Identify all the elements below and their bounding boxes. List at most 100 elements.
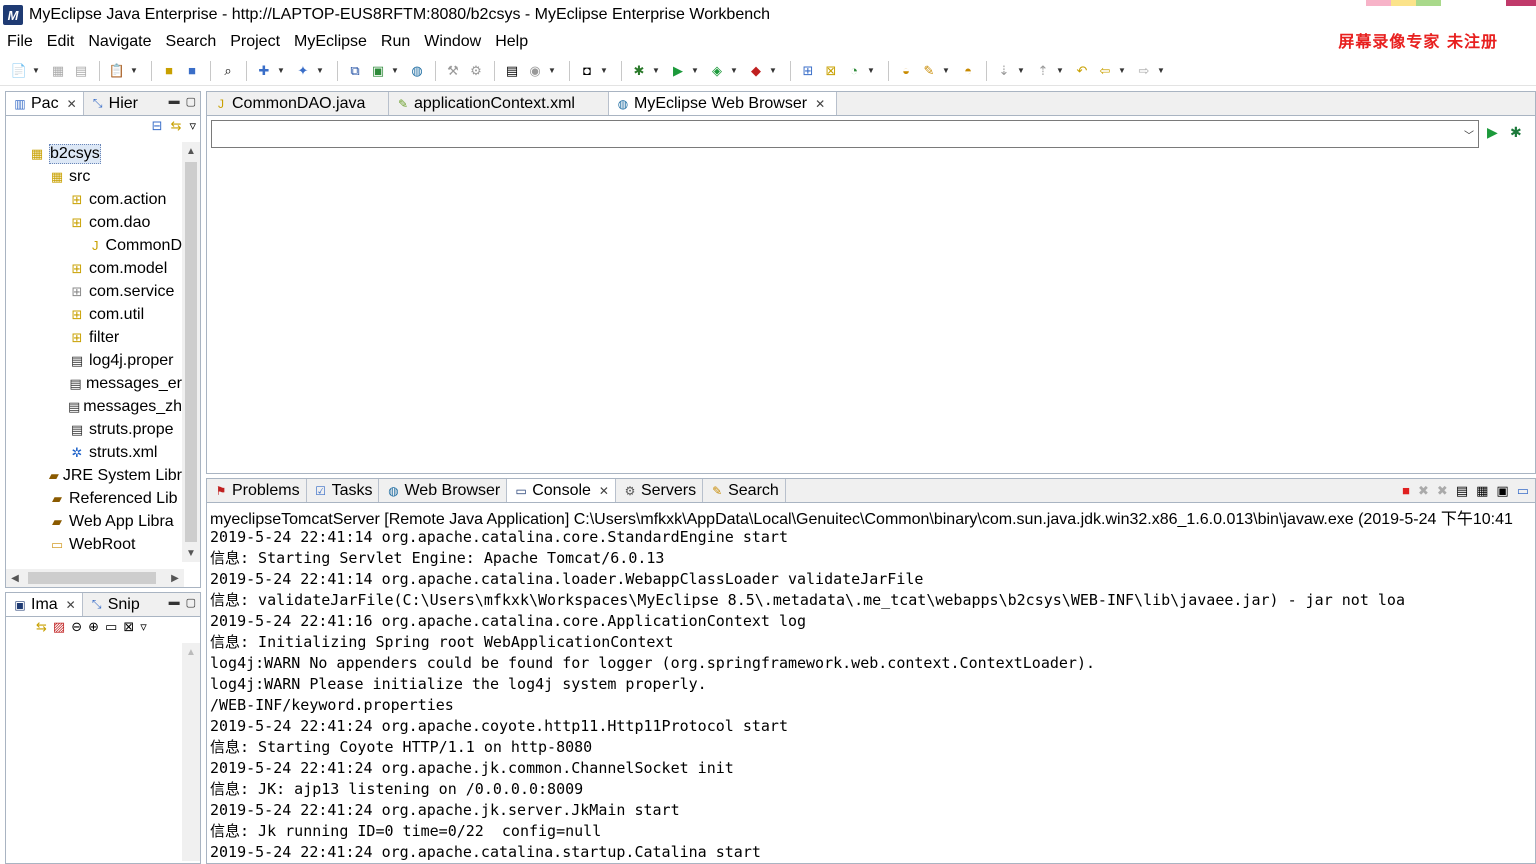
vertical-scrollbar[interactable]: ▲ <box>182 643 200 861</box>
tab-tasks[interactable]: ☑ Tasks <box>307 479 380 502</box>
new-wizard-icon[interactable]: 📋 <box>106 60 128 82</box>
menu-navigate[interactable]: Navigate <box>81 30 158 54</box>
scroll-up-icon[interactable]: ▲ <box>182 142 200 160</box>
tree-item[interactable]: ⊞ com.util <box>6 303 182 326</box>
tree-item[interactable]: ▦ b2csys <box>6 142 182 165</box>
forward-icon[interactable]: ⇨ <box>1133 60 1155 82</box>
new-package-icon[interactable]: ⊠ <box>820 60 842 82</box>
server-icon[interactable]: ▣ <box>367 60 389 82</box>
tree-item[interactable]: ▰ Web App Libra <box>6 510 182 533</box>
vertical-scrollbar[interactable]: ▲ ▼ <box>182 142 200 562</box>
tree-item[interactable]: ▰ JRE System Libr <box>6 464 182 487</box>
chevron-down-icon[interactable]: ▼ <box>276 66 286 75</box>
go-icon[interactable]: ▶ <box>1487 124 1498 141</box>
menu-search[interactable]: Search <box>159 30 224 54</box>
maximize-icon[interactable]: ▢ <box>186 95 196 108</box>
tree-item[interactable]: ▭ WebRoot <box>6 533 182 556</box>
tree-item[interactable]: J CommonD <box>6 234 182 257</box>
chevron-down-icon[interactable]: ▼ <box>129 66 139 75</box>
link-editor-icon[interactable]: ⇆ <box>171 118 182 134</box>
external-tools-icon[interactable]: ◆ <box>745 60 767 82</box>
scroll-left-icon[interactable]: ◀ <box>6 569 24 587</box>
tree-item[interactable]: ⊞ com.dao <box>6 211 182 234</box>
folder-icon[interactable]: ◓ <box>957 60 979 82</box>
tab-package-explorer[interactable]: ▥ Pac ✕ <box>6 92 84 115</box>
scroll-thumb[interactable] <box>28 572 156 584</box>
new-icon[interactable]: 📄 <box>8 60 30 82</box>
chevron-down-icon[interactable]: ▼ <box>1117 66 1127 75</box>
print-icon[interactable]: ▤ <box>70 60 92 82</box>
chevron-down-icon[interactable]: ﹀ <box>1464 127 1474 142</box>
open-resource-icon[interactable]: ■ <box>181 60 203 82</box>
pen-icon[interactable]: ✎ <box>918 60 940 82</box>
remove-launch-icon[interactable]: ✖ <box>1418 483 1429 499</box>
globe-icon[interactable]: ◍ <box>406 60 428 82</box>
close-icon[interactable]: ✕ <box>66 598 76 612</box>
tab-common-dao[interactable]: J CommonDAO.java <box>207 92 389 115</box>
new-java-project-icon[interactable]: ⊞ <box>797 60 819 82</box>
tab-hierarchy[interactable]: ⤡ Hier <box>84 92 144 115</box>
new-web-icon[interactable]: ✦ <box>292 60 314 82</box>
chevron-down-icon[interactable]: ▼ <box>599 66 609 75</box>
tab-image-viewer[interactable]: ▣ Ima ✕ <box>6 593 83 616</box>
tree-item[interactable]: ⊞ com.action <box>6 188 182 211</box>
scroll-thumb[interactable] <box>185 162 197 542</box>
zoom-out-icon[interactable]: ⊖ <box>71 619 82 635</box>
menu-edit[interactable]: Edit <box>40 30 82 54</box>
save-icon[interactable]: ▦ <box>47 60 69 82</box>
tab-application-context[interactable]: ✎ applicationContext.xml <box>389 92 609 115</box>
collapse-all-icon[interactable]: ⊟ <box>152 118 163 134</box>
close-icon[interactable]: ✕ <box>815 97 825 111</box>
run-icon[interactable]: ▶ <box>667 60 689 82</box>
actual-size-icon[interactable]: ▭ <box>105 619 117 635</box>
tab-web-browser[interactable]: ◍ Web Browser <box>379 479 508 502</box>
search-db-icon[interactable]: ⌕ <box>217 60 239 82</box>
fit-window-icon[interactable]: ⊠ <box>123 619 134 635</box>
chevron-down-icon[interactable]: ▼ <box>547 66 557 75</box>
chevron-down-icon[interactable]: ▼ <box>866 66 876 75</box>
clear-console-icon[interactable]: ▤ <box>1456 483 1468 499</box>
pin-console-icon[interactable]: ▣ <box>1496 483 1508 499</box>
camera-icon[interactable]: ◘ <box>576 60 598 82</box>
chevron-down-icon[interactable]: ▼ <box>729 66 739 75</box>
link-editor-icon[interactable]: ⇆ <box>36 619 47 635</box>
url-input[interactable]: ﹀ <box>211 120 1479 148</box>
chevron-down-icon[interactable]: ▼ <box>690 66 700 75</box>
tree-item[interactable]: ▰ Referenced Lib <box>6 487 182 510</box>
prev-annotation-icon[interactable]: ⇡ <box>1032 60 1054 82</box>
tab-search[interactable]: ✎ Search <box>703 479 786 502</box>
tree-item[interactable]: ✲ struts.xml <box>6 441 182 464</box>
chevron-down-icon[interactable]: ▼ <box>315 66 325 75</box>
new-class-icon[interactable]: ◔ <box>843 60 865 82</box>
new-project-icon[interactable]: ✚ <box>253 60 275 82</box>
tree-item[interactable]: ⊞ com.model <box>6 257 182 280</box>
scroll-lock-icon[interactable]: ▦ <box>1476 483 1488 499</box>
horizontal-scrollbar[interactable]: ◀ ▶ <box>6 569 184 587</box>
tab-snippets[interactable]: ⤡ Snip <box>83 593 146 616</box>
scroll-down-icon[interactable]: ▼ <box>182 544 200 562</box>
view-menu-icon[interactable]: ▿ <box>140 619 147 635</box>
scroll-right-icon[interactable]: ▶ <box>166 569 184 587</box>
deploy-icon[interactable]: ⧉ <box>344 60 366 82</box>
remove-all-icon[interactable]: ✖ <box>1437 483 1448 499</box>
next-annotation-icon[interactable]: ⇣ <box>993 60 1015 82</box>
fit-image-icon[interactable]: ▨ <box>53 619 65 635</box>
tree-item[interactable]: ▤ log4j.proper <box>6 349 182 372</box>
open-type-icon[interactable]: ■ <box>158 60 180 82</box>
tool-icon[interactable]: ⚒ <box>442 60 464 82</box>
report-icon[interactable]: ▤ <box>501 60 523 82</box>
debug-icon[interactable]: ✱ <box>628 60 650 82</box>
minimize-icon[interactable]: ▬ <box>169 596 180 609</box>
chevron-down-icon[interactable]: ▼ <box>1055 66 1065 75</box>
tab-web-browser[interactable]: ◍ MyEclipse Web Browser ✕ <box>609 92 837 115</box>
zoom-in-icon[interactable]: ⊕ <box>88 619 99 635</box>
open-folder-icon[interactable]: ◒ <box>895 60 917 82</box>
close-icon[interactable]: ✕ <box>67 97 77 111</box>
scroll-up-icon[interactable]: ▲ <box>182 643 200 661</box>
chevron-down-icon[interactable]: ▼ <box>31 66 41 75</box>
tool-icon[interactable]: ⚙ <box>465 60 487 82</box>
terminate-icon[interactable]: ■ <box>1402 483 1410 499</box>
tree-item[interactable]: ▦ src <box>6 165 182 188</box>
chevron-down-icon[interactable]: ▼ <box>651 66 661 75</box>
tree-item[interactable]: ⊞ filter <box>6 326 182 349</box>
